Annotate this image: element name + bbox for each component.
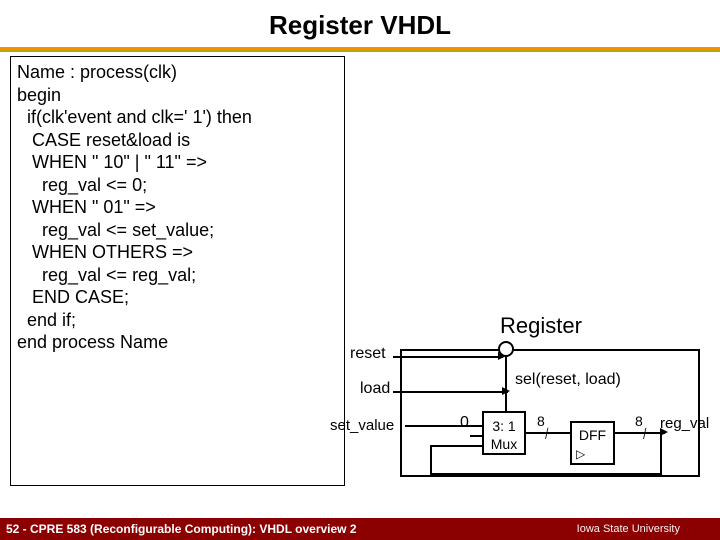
feedback-vwire-l	[430, 445, 432, 475]
zero-wire	[470, 435, 484, 437]
reset-wire	[393, 356, 503, 358]
feedback-into-mux	[430, 445, 484, 447]
feedback-vwire-r	[660, 432, 662, 474]
diagram-title: Register	[500, 313, 582, 339]
register-outline	[400, 349, 700, 477]
mux-line1: 3: 1	[484, 417, 524, 435]
footer-right: Iowa State University	[577, 518, 680, 540]
sel-label: sel(reset, load)	[515, 371, 621, 389]
clock-triangle-icon: ▷	[576, 447, 585, 461]
footer-left: 52 - CPRE 583 (Reconfigurable Computing)…	[6, 518, 357, 540]
setvalue-label: set_value	[330, 417, 394, 434]
content-area: Name : process(clk) begin if(clk'event a…	[0, 56, 720, 496]
reset-label: reset	[350, 345, 386, 363]
load-wire	[393, 391, 508, 393]
feedback-hwire	[430, 473, 662, 475]
dff-out-wire	[615, 432, 665, 434]
sel-vwire	[505, 357, 507, 412]
zero-label: 0	[460, 414, 469, 432]
register-diagram: Register reset load set_value sel(reset,…	[330, 301, 710, 501]
page-title: Register VHDL	[0, 0, 720, 41]
dff-label: DFF	[572, 427, 613, 443]
dff-block: DFF ▷	[570, 421, 615, 465]
divider	[0, 47, 720, 52]
mux-line2: Mux	[484, 435, 524, 453]
setval-wire	[405, 425, 483, 427]
load-label: load	[360, 380, 390, 398]
mux-block: 3: 1 Mux	[482, 411, 526, 455]
footer-bar: 52 - CPRE 583 (Reconfigurable Computing)…	[0, 518, 720, 540]
vhdl-code-block: Name : process(clk) begin if(clk'event a…	[10, 56, 345, 486]
